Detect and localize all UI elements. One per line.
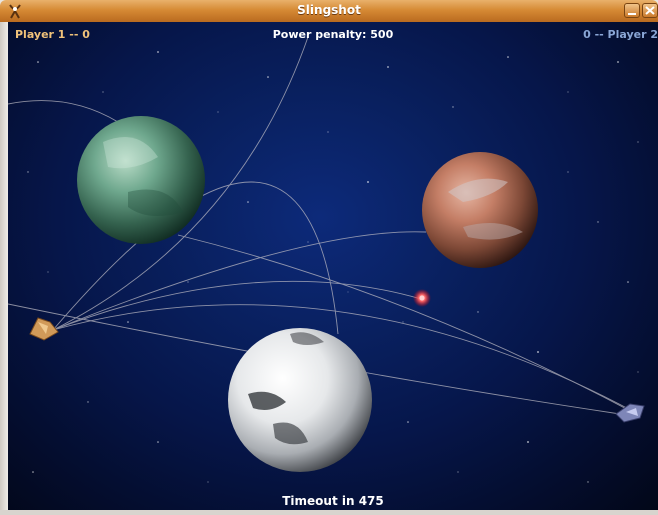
window-bottom-border — [0, 510, 658, 515]
close-icon — [645, 6, 655, 15]
planet-red — [422, 152, 538, 268]
space-field — [8, 36, 645, 483]
timeout-counter: Timeout in 475 — [282, 494, 384, 508]
player2-ship — [615, 403, 645, 423]
close-button[interactable] — [642, 3, 658, 18]
game-canvas[interactable]: Player 1 -- 0 Power penalty: 500 0 -- Pl… — [8, 22, 658, 510]
player1-ship — [29, 317, 59, 341]
window-title: Slingshot — [297, 3, 361, 17]
trail-1 — [8, 100, 119, 123]
trail-4 — [52, 231, 427, 331]
planet-green — [77, 116, 205, 244]
planet-ice — [228, 328, 372, 472]
window-left-border — [0, 22, 8, 510]
title-bar[interactable]: Slingshot — [0, 0, 658, 23]
player2-score: 0 -- Player 2 — [583, 28, 658, 41]
trail-5 — [52, 280, 422, 331]
slingshot-window: Slingshot Player 1 -- 0 Power penalty: 5… — [0, 0, 658, 515]
power-penalty: Power penalty: 500 — [272, 28, 394, 41]
minimize-button[interactable] — [624, 3, 640, 18]
minimize-icon — [628, 13, 636, 15]
missile-shot — [413, 289, 431, 307]
